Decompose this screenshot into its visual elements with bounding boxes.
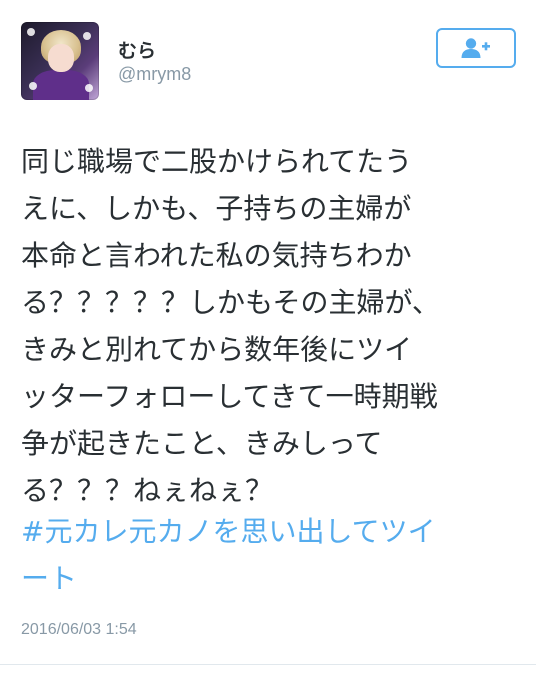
avatar-body-shape (33, 70, 89, 100)
tweet-text-line: 争が起きたこと、きみしって (21, 427, 383, 460)
avatar-face-shape (48, 44, 74, 72)
hashtag-link[interactable]: #元カレ元カノを思い出してツイ ート (21, 508, 521, 602)
screen-name[interactable]: @mrym8 (118, 64, 191, 85)
follow-user-icon (461, 38, 490, 58)
tweet-card: むら @mrym8 同じ職場で二股かけられてたう えに、しかも、子持ちの主婦が … (0, 0, 536, 680)
avatar-sparkle (27, 28, 35, 36)
avatar-sparkle (83, 32, 91, 40)
avatar-sparkle (29, 82, 37, 90)
divider (0, 664, 536, 665)
tweet-text: 同じ職場で二股かけられてたう えに、しかも、子持ちの主婦が 本命と言われた私の気… (21, 138, 521, 514)
tweet-text-line: 本命と言われた私の気持ちわか (21, 239, 412, 272)
avatar-sparkle (85, 84, 93, 92)
display-name[interactable]: むら (118, 36, 156, 63)
tweet-timestamp[interactable]: 2016/06/03 1:54 (21, 621, 137, 639)
hashtag-line: #元カレ元カノを思い出してツイ (21, 515, 436, 548)
tweet-text-line: えに、しかも、子持ちの主婦が (21, 192, 412, 225)
tweet-text-line: る？？？？？しかもその主婦が、 (21, 286, 440, 319)
avatar[interactable] (21, 22, 99, 100)
tweet-text-line: きみと別れてから数年後にツイ (21, 333, 413, 366)
follow-button[interactable] (436, 28, 516, 68)
tweet-text-line: 同じ職場で二股かけられてたう (21, 145, 413, 178)
tweet-text-line: ッターフォローしてきて一時期戦 (21, 380, 438, 413)
hashtag-line: ート (21, 562, 78, 595)
tweet-text-line: る？？？ねぇねぇ？ (21, 474, 274, 507)
